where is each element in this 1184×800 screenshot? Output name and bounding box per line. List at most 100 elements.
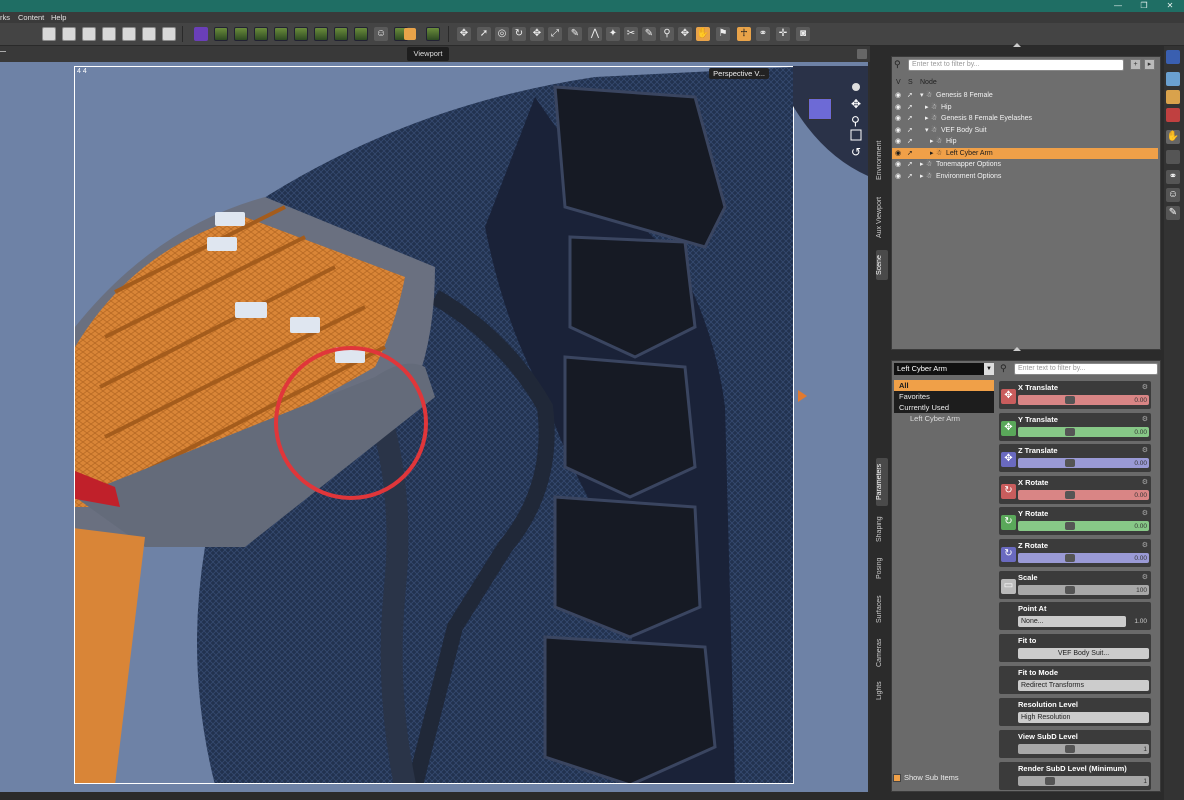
figure-preset-icon[interactable] <box>214 27 228 41</box>
camera-icon[interactable]: ◙ <box>796 27 810 41</box>
group-currently-used[interactable]: Currently Used <box>894 402 994 413</box>
collapsed-arrow-icon[interactable]: ▸ <box>930 148 934 159</box>
menu-item-content[interactable]: Content <box>18 13 44 22</box>
transform-icon[interactable]: ✥ <box>678 27 692 41</box>
save-as-icon[interactable] <box>122 27 136 41</box>
material-icon[interactable] <box>1166 90 1180 104</box>
slider-thumb[interactable] <box>1065 745 1075 753</box>
slider-thumb[interactable] <box>1065 396 1075 404</box>
collapse-arrow-icon[interactable] <box>1013 43 1021 47</box>
group-left-cyber-arm[interactable]: Left Cyber Arm <box>894 413 994 424</box>
merge-icon[interactable] <box>82 27 96 41</box>
collapse-arrow-icon[interactable] <box>1013 347 1021 351</box>
view-subd-slider[interactable] <box>1018 744 1149 754</box>
move-icon[interactable]: ✥ <box>457 27 471 41</box>
slider-thumb[interactable] <box>1065 585 1075 594</box>
new-scene-icon[interactable] <box>42 27 56 41</box>
param-slider-track[interactable] <box>1018 521 1149 532</box>
link-icon[interactable]: ⚭ <box>756 27 770 41</box>
scale-icon[interactable]: ⤢ <box>548 27 562 41</box>
show-sub-items[interactable]: Show Sub Items <box>893 773 959 783</box>
viewport[interactable]: 4 4 Perspective V... <box>74 66 794 784</box>
eye-icon[interactable]: ◉ <box>895 159 901 170</box>
tab-aux-viewport[interactable]: Aux Viewport <box>876 190 888 245</box>
geometry-icon[interactable]: ⋀ <box>588 27 602 41</box>
expanded-arrow-icon[interactable]: ▾ <box>925 125 929 136</box>
eye-icon[interactable]: ◉ <box>895 125 901 136</box>
gear-icon[interactable]: ⚙ <box>1142 541 1148 549</box>
eye-icon[interactable]: ◉ <box>895 171 901 182</box>
region-icon[interactable]: ✂ <box>624 27 638 41</box>
panel-menu-icon[interactable] <box>857 49 867 59</box>
expanded-arrow-icon[interactable]: ▾ <box>920 90 924 101</box>
eye-icon[interactable]: ◉ <box>895 90 901 101</box>
scene-options-button[interactable]: ▸ <box>1144 59 1155 70</box>
tab-viewport[interactable]: Viewport <box>407 47 449 61</box>
lasso-icon[interactable]: ✎ <box>1166 206 1180 220</box>
select-icon[interactable]: ➚ <box>907 113 913 124</box>
node-select-icon[interactable]: ◎ <box>495 27 509 41</box>
menu-item-networks[interactable]: rks <box>0 13 10 22</box>
param-slider-track[interactable] <box>1018 426 1149 437</box>
slider-thumb[interactable] <box>1065 554 1075 562</box>
fit-to-mode-select[interactable]: Redirect Transforms <box>1018 680 1149 691</box>
scene-tree-row[interactable]: ◉ ➚ ▸ ☃ Tonemapper Options <box>892 159 1158 170</box>
gear-icon[interactable]: ⚙ <box>1142 478 1148 486</box>
figure-icon[interactable]: ☺ <box>1166 188 1180 202</box>
eye-icon[interactable]: ◉ <box>895 102 901 113</box>
view-cube[interactable] <box>808 98 832 120</box>
select-icon[interactable]: ➚ <box>907 171 913 182</box>
group-favorites[interactable]: Favorites <box>894 391 994 402</box>
select-icon[interactable]: ➚ <box>907 90 913 101</box>
universal-tool-icon[interactable]: ✋ <box>696 27 710 41</box>
eye-icon[interactable]: ◉ <box>895 148 901 159</box>
joint-editor-icon[interactable]: ⚲ <box>660 27 674 41</box>
collapsed-arrow-icon[interactable]: ▸ <box>920 171 924 182</box>
spot-render-icon[interactable]: ✦ <box>606 27 620 41</box>
globe-icon[interactable] <box>1166 50 1180 64</box>
scene-filter-input[interactable]: Enter text to filter by... <box>908 59 1124 71</box>
collapsed-arrow-icon[interactable]: ▸ <box>930 136 934 147</box>
menu-item-help[interactable]: Help <box>51 13 66 22</box>
select-icon[interactable]: ➚ <box>907 125 913 136</box>
tab-environment[interactable]: Environment <box>876 135 888 185</box>
import-icon[interactable] <box>162 27 176 41</box>
eye-icon[interactable]: ◉ <box>895 113 901 124</box>
slider-thumb[interactable] <box>1065 490 1075 499</box>
figure-outline-icon[interactable]: ☺ <box>374 27 388 41</box>
tab-scene[interactable]: Scene <box>876 250 888 280</box>
tab-lights[interactable]: Lights <box>876 678 888 704</box>
scene-tree-row[interactable]: ◉ ➚ ▾ ☃ Genesis 8 Female <box>892 90 1158 101</box>
active-pose-icon[interactable]: ☥ <box>737 27 751 41</box>
node-selector[interactable]: Left Cyber Arm ▼ <box>894 363 994 375</box>
figure-preset-icon[interactable] <box>354 27 368 41</box>
tab-posing[interactable]: Posing <box>876 552 888 584</box>
slider-thumb[interactable] <box>1065 459 1075 468</box>
tab-parameters[interactable]: Parameters <box>876 458 888 506</box>
hand-icon[interactable]: ✋ <box>1166 130 1180 144</box>
figure-preset-icon[interactable] <box>234 27 248 41</box>
figure-preset-icon[interactable] <box>314 27 328 41</box>
figure-preset-icon[interactable] <box>254 27 268 41</box>
scene-tree-row[interactable]: ◉ ➚ ▸ ☃ Hip <box>892 102 1158 113</box>
scene-tree-row[interactable]: ◉ ➚ ▾ ☃ VEF Body Suit <box>892 125 1158 136</box>
close-button[interactable]: ✕ <box>1157 0 1183 12</box>
group-all[interactable]: All <box>894 380 994 391</box>
pointer-icon[interactable]: ➚ <box>477 27 491 41</box>
fit-to-button[interactable]: VEF Body Suit... <box>1018 648 1149 659</box>
param-slider-track[interactable] <box>1018 395 1149 405</box>
slider-thumb[interactable] <box>1045 777 1055 785</box>
scene-tree-row[interactable]: ◉ ➚ ▸ ☃ Hip <box>892 136 1158 147</box>
collapsed-arrow-icon[interactable]: ▸ <box>925 102 929 113</box>
param-slider-track[interactable] <box>1018 584 1149 595</box>
collapsed-arrow-icon[interactable]: ▸ <box>920 159 924 170</box>
gear-icon[interactable]: ⚙ <box>1142 446 1148 454</box>
gear-icon[interactable]: ⚙ <box>1142 509 1148 517</box>
cross-icon[interactable]: ✛ <box>776 27 790 41</box>
tool-icon[interactable] <box>1166 150 1180 164</box>
point-at-button[interactable]: None... <box>1018 616 1126 627</box>
pin-icon[interactable]: ⚑ <box>716 27 730 41</box>
gear-icon[interactable]: ⚙ <box>1142 573 1148 581</box>
param-slider-track[interactable] <box>1018 553 1149 563</box>
rotate-icon[interactable]: ↻ <box>512 27 526 41</box>
